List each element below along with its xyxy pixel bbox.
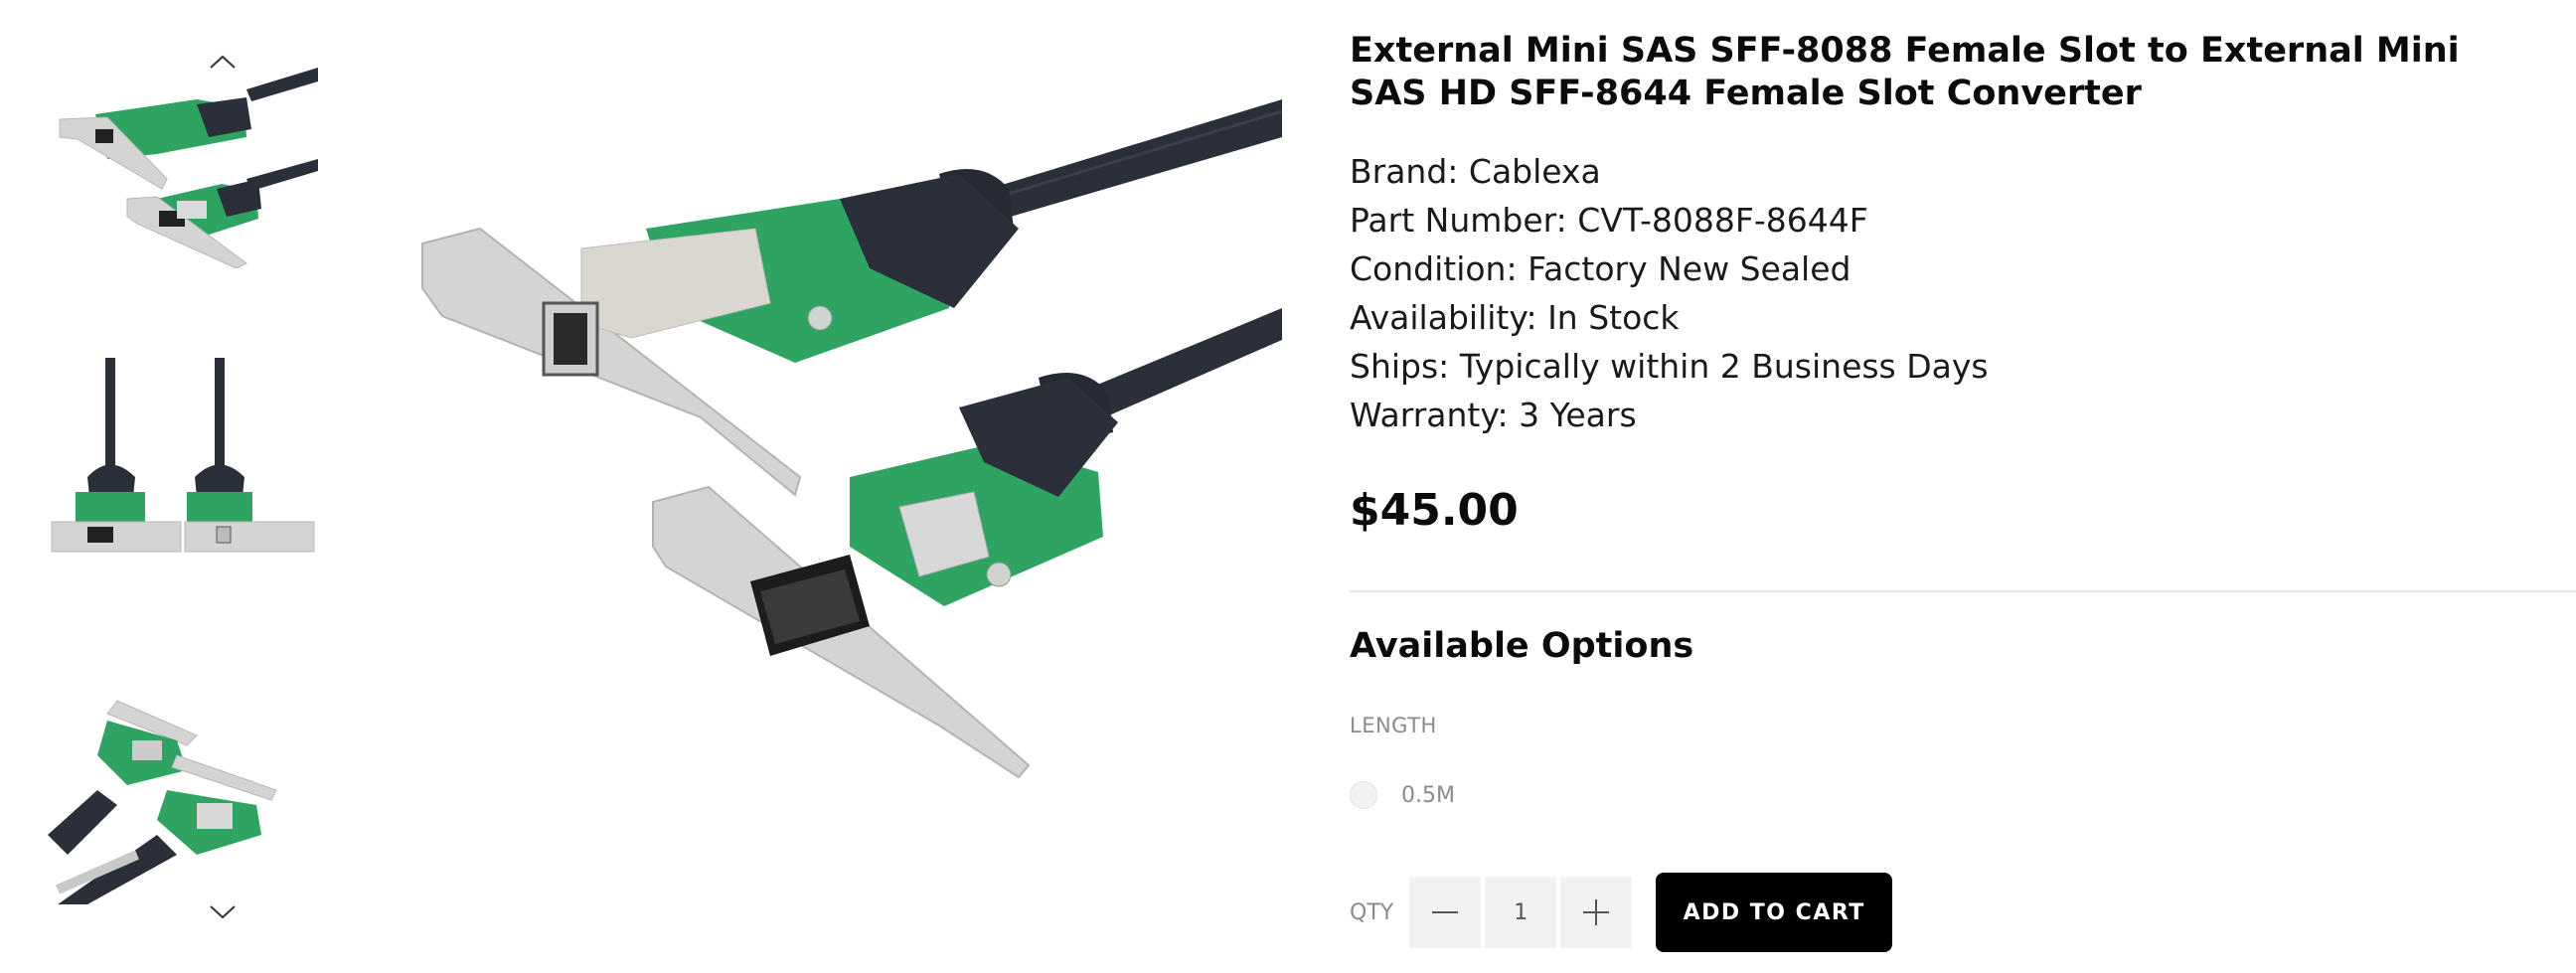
main-product-image [402, 80, 1282, 795]
options-panel: Available Options LENGTH 0.5M QTY ADD TO… [1350, 0, 2576, 973]
length-option-label: 0.5M [1401, 782, 1455, 808]
plus-icon [1583, 899, 1610, 925]
qty-label: QTY [1350, 899, 1394, 925]
chevron-down-icon[interactable] [207, 899, 239, 923]
options-heading: Available Options [1350, 626, 1694, 666]
length-radio[interactable] [1350, 781, 1377, 809]
length-option-0-5m[interactable]: 0.5M [1350, 781, 1455, 809]
length-label: LENGTH [1350, 714, 1437, 737]
qty-increase-button[interactable] [1560, 877, 1633, 948]
divider [1350, 590, 2576, 592]
quantity-input[interactable] [1485, 877, 1557, 948]
thumbnail-gallery [48, 50, 318, 934]
thumbnail-rear-pair[interactable] [48, 696, 318, 904]
add-to-cart-button[interactable]: ADD TO CART [1656, 873, 1893, 952]
quantity-row: QTY ADD TO CART [1350, 873, 1893, 952]
qty-decrease-button[interactable] [1409, 877, 1482, 948]
minus-icon [1432, 911, 1459, 913]
thumbnail-angled-pair[interactable] [48, 60, 318, 268]
thumbnail-front-pair[interactable] [48, 358, 318, 567]
